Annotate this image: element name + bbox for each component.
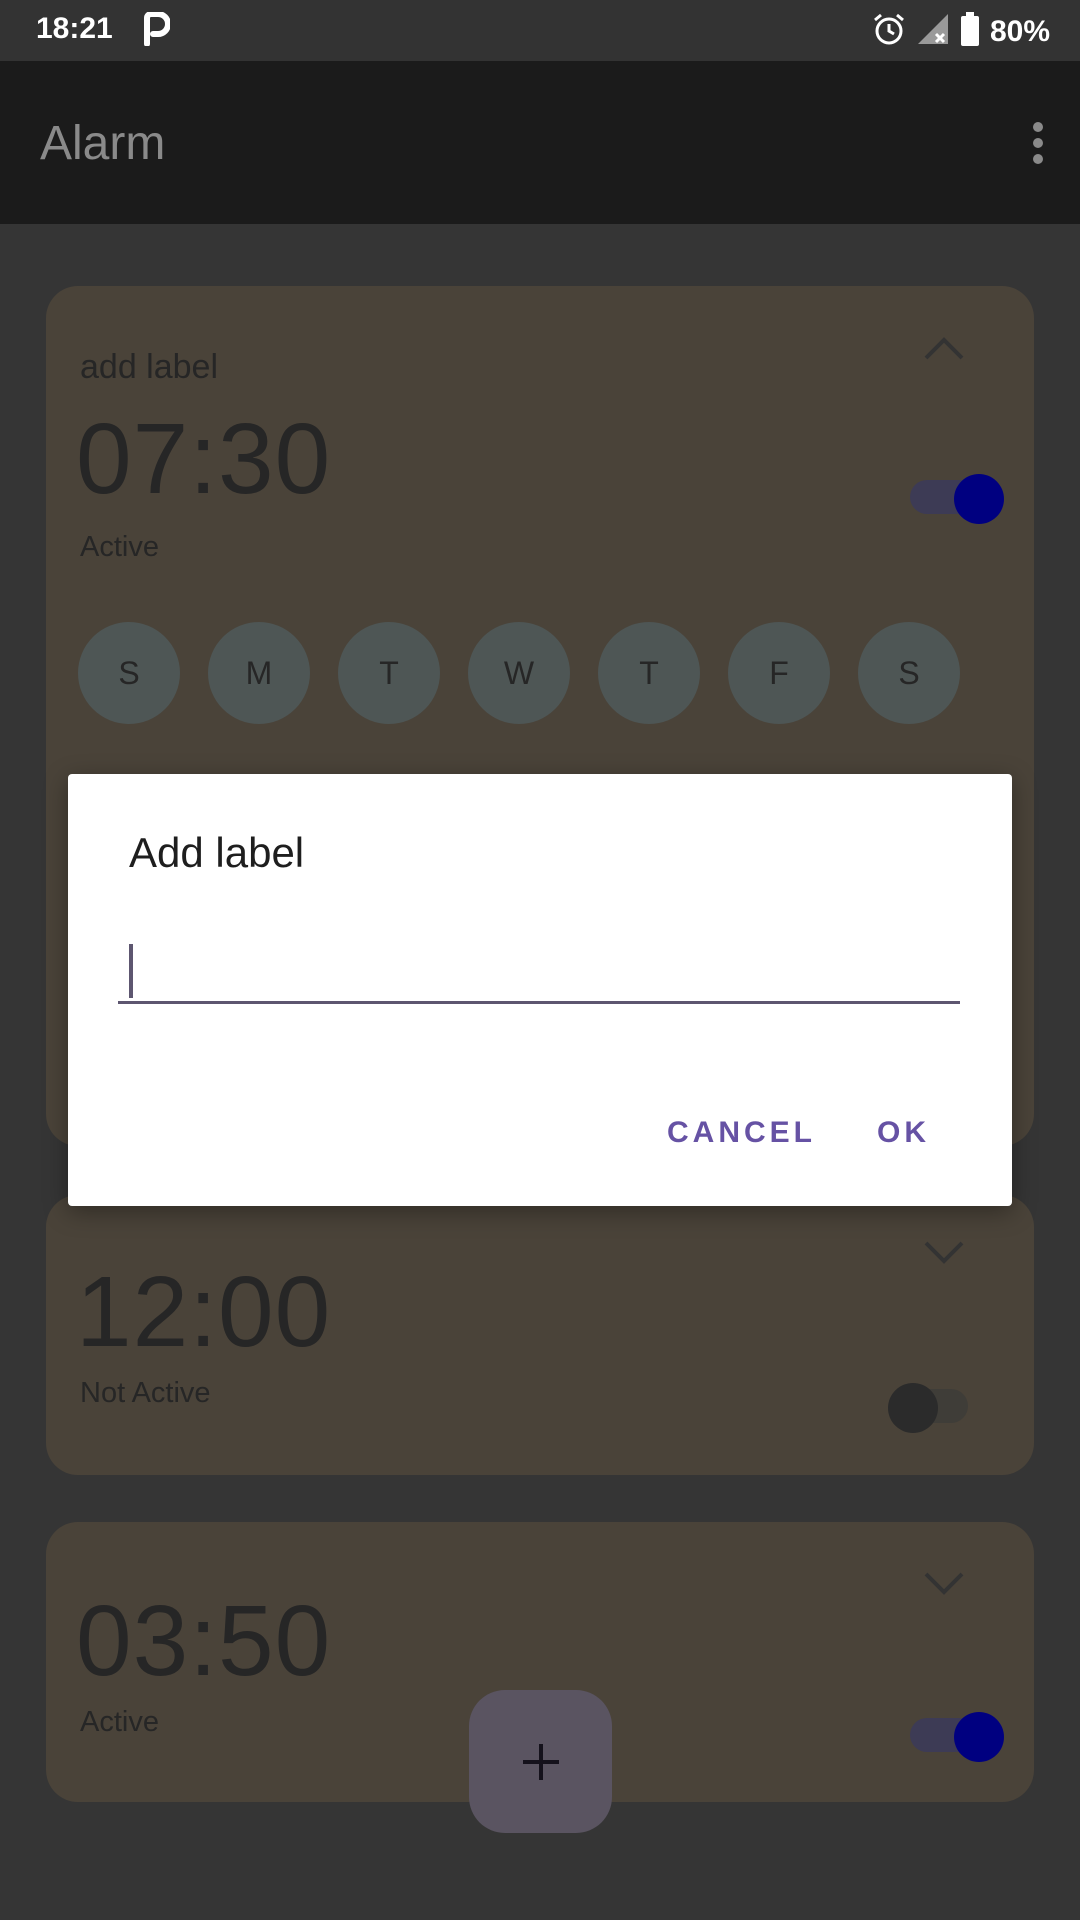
status-icons: 80%	[872, 12, 1050, 51]
add-label-dialog: Add label CANCEL OK	[68, 774, 1012, 1206]
status-time: 18:21	[36, 12, 113, 45]
switch-thumb	[954, 474, 1004, 524]
add-alarm-button[interactable]	[469, 1690, 612, 1833]
chevron-down-icon[interactable]	[922, 1237, 966, 1267]
alarm-toggle[interactable]	[888, 1379, 968, 1433]
plus-icon	[522, 1743, 559, 1780]
day-sunday[interactable]: S	[78, 622, 180, 724]
chevron-up-icon[interactable]	[922, 334, 966, 364]
day-wednesday[interactable]: W	[468, 622, 570, 724]
day-monday[interactable]: M	[208, 622, 310, 724]
battery-percent: 80%	[989, 14, 1050, 48]
label-input[interactable]	[118, 934, 960, 1004]
alarm-status: Active	[80, 1706, 159, 1738]
day-friday[interactable]: F	[728, 622, 830, 724]
cancel-button[interactable]: CANCEL	[667, 1116, 816, 1150]
alarm-status: Active	[80, 531, 159, 563]
text-cursor	[129, 944, 133, 998]
day-tuesday[interactable]: T	[338, 622, 440, 724]
status-bar: 18:21 80%	[0, 0, 1080, 61]
alarm-toggle[interactable]	[910, 470, 1004, 524]
switch-thumb	[888, 1383, 938, 1433]
signal-off-icon	[916, 12, 950, 51]
parking-app-icon	[142, 11, 171, 51]
alarm-time[interactable]: 12:00	[76, 1255, 331, 1370]
alarm-toggle[interactable]	[910, 1708, 1004, 1762]
dialog-title: Add label	[129, 829, 305, 876]
switch-thumb	[954, 1712, 1004, 1762]
app-title: Alarm	[40, 117, 166, 170]
alarm-status: Not Active	[80, 1377, 211, 1409]
alarm-label[interactable]: add label	[80, 348, 218, 387]
day-saturday[interactable]: S	[858, 622, 960, 724]
alarm-card[interactable]: 12:00 Not Active	[46, 1195, 1034, 1475]
app-bar: Alarm	[0, 61, 1080, 224]
chevron-down-icon[interactable]	[922, 1568, 966, 1598]
day-thursday[interactable]: T	[598, 622, 700, 724]
ok-button[interactable]: OK	[877, 1116, 930, 1150]
more-vert-icon[interactable]	[1026, 121, 1050, 165]
alarm-clock-icon	[872, 12, 906, 51]
alarm-time[interactable]: 03:50	[76, 1584, 331, 1699]
alarm-time[interactable]: 07:30	[76, 402, 331, 517]
battery-icon	[960, 12, 980, 51]
